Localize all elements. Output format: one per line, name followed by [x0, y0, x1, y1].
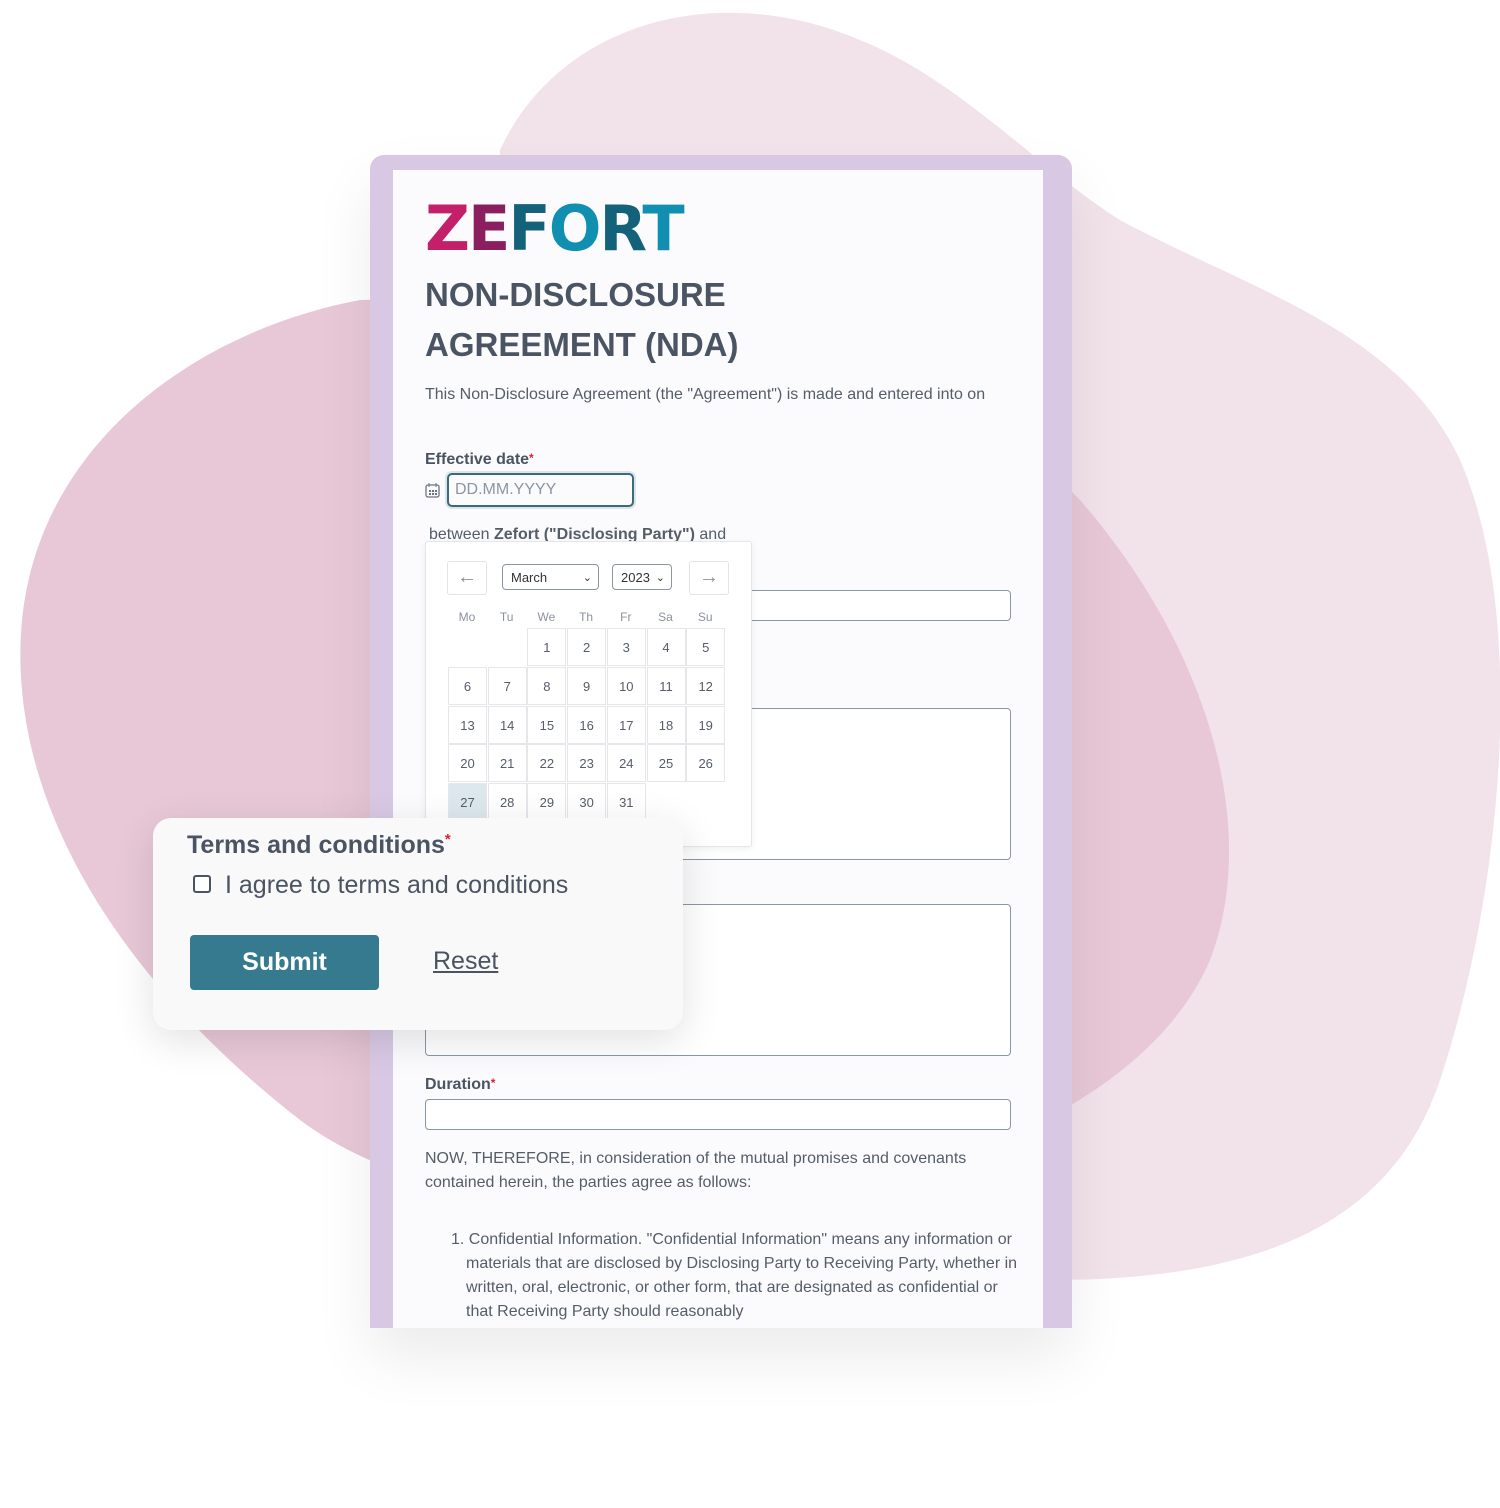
- next-month-button[interactable]: →: [689, 561, 729, 595]
- calendar-day[interactable]: 11: [646, 666, 686, 705]
- calendar-day[interactable]: 2: [567, 628, 607, 666]
- therefore-text: NOW, THEREFORE, in consideration of the …: [425, 1150, 967, 1191]
- calendar-day[interactable]: 20: [448, 744, 487, 783]
- calendar-day[interactable]: 29: [527, 783, 567, 822]
- prev-month-button[interactable]: ←: [447, 561, 487, 595]
- calendar-day[interactable]: 21: [487, 744, 527, 783]
- calendar-day[interactable]: 31: [606, 783, 646, 822]
- weekday-header: Fr: [620, 610, 632, 624]
- calendar-day[interactable]: 27: [448, 783, 487, 822]
- weekday-header: Tu: [499, 610, 514, 624]
- calendar-day[interactable]: 6: [448, 666, 487, 705]
- terms-checkbox-label[interactable]: I agree to terms and conditions: [225, 871, 568, 900]
- calendar-day[interactable]: 10: [606, 666, 646, 705]
- calendar-day[interactable]: 16: [567, 705, 607, 744]
- calendar-day[interactable]: 13: [448, 705, 487, 744]
- page-title: NON-DISCLOSURE AGREEMENT (NDA): [425, 276, 739, 363]
- calendar-day[interactable]: 22: [527, 744, 567, 783]
- weekday-header: Su: [697, 610, 713, 624]
- chevron-down-icon: ⌄: [655, 572, 665, 584]
- terms-label: Terms and conditions*: [187, 831, 451, 859]
- calendar-day[interactable]: 3: [606, 628, 646, 666]
- calendar-icon[interactable]: [425, 482, 440, 498]
- weekday-header: We: [537, 610, 556, 624]
- calendar-day[interactable]: 1: [527, 628, 567, 666]
- year-select[interactable]: 2023 ⌄: [612, 564, 672, 590]
- calendar-day[interactable]: 25: [646, 744, 686, 783]
- date-picker: ← March ⌄ 2023 ⌄ → Mo Tu We Th Fr Sa Su 12345678…: [425, 541, 752, 847]
- intro-text: This Non-Disclosure Agreement (the "Agre…: [425, 386, 986, 403]
- submit-button[interactable]: Submit: [190, 935, 379, 990]
- reset-link[interactable]: Reset: [433, 947, 498, 976]
- duration-input[interactable]: [425, 1099, 1011, 1130]
- duration-label: Duration*: [425, 1076, 496, 1093]
- terms-checkbox[interactable]: [193, 875, 211, 893]
- effective-date-label: Effective date*: [425, 451, 534, 468]
- terms-panel: Terms and conditions* I agree to terms a…: [153, 818, 683, 1030]
- chevron-down-icon: ⌄: [582, 572, 592, 584]
- calendar-day[interactable]: 8: [527, 666, 567, 705]
- calendar-day[interactable]: 23: [567, 744, 607, 783]
- calendar-day[interactable]: 15: [527, 705, 567, 744]
- calendar-day[interactable]: 9: [567, 666, 607, 705]
- zefort-logo: ZEFORT: [425, 192, 685, 265]
- calendar-day[interactable]: 12: [686, 666, 726, 705]
- calendar-day[interactable]: 24: [606, 744, 646, 783]
- calendar-day[interactable]: 7: [487, 666, 527, 705]
- calendar-day[interactable]: 17: [606, 705, 646, 744]
- weekday-header: Sa: [658, 610, 673, 624]
- effective-date-input[interactable]: DD.MM.YYYY: [447, 473, 634, 507]
- weekday-header: Mo: [458, 610, 476, 624]
- calendar-day[interactable]: 19: [686, 705, 726, 744]
- calendar-day[interactable]: 14: [487, 705, 527, 744]
- weekday-header: Th: [579, 610, 594, 624]
- calendar-day[interactable]: 18: [646, 705, 686, 744]
- month-select[interactable]: March ⌄: [502, 564, 599, 590]
- clause-1: 1. Confidential Information. "Confidenti…: [451, 1231, 1018, 1320]
- calendar-day[interactable]: 5: [686, 628, 726, 666]
- calendar-day[interactable]: 26: [686, 744, 726, 783]
- calendar-day[interactable]: 28: [487, 783, 527, 822]
- calendar-day[interactable]: 30: [567, 783, 607, 822]
- calendar-day[interactable]: 4: [646, 628, 686, 666]
